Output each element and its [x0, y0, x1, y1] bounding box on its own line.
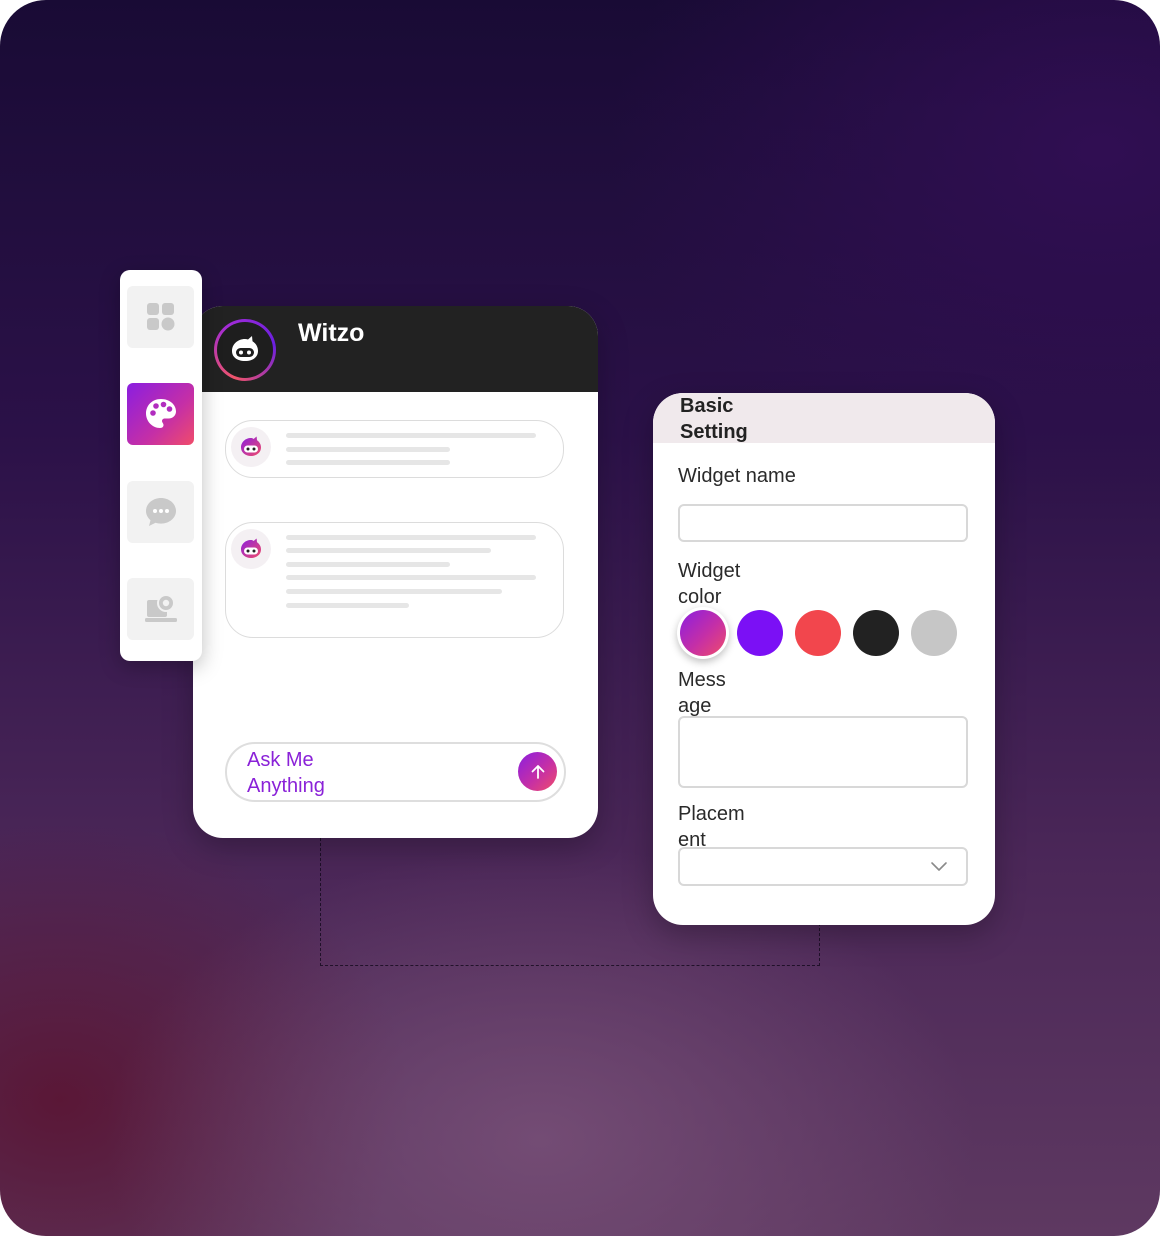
sidebar-item-appearance[interactable] — [127, 383, 194, 445]
color-swatch-red[interactable] — [795, 610, 841, 656]
widget-name-input[interactable] — [678, 504, 968, 542]
bot-message — [225, 420, 564, 478]
background: Witzo Ask Me Anything Basic Setting Widg… — [0, 0, 1160, 1236]
send-button[interactable] — [518, 752, 557, 791]
color-swatch-black[interactable] — [853, 610, 899, 656]
settings-panel: Basic Setting Widget name Widget color M… — [653, 393, 995, 925]
message-input[interactable] — [678, 716, 968, 788]
message-line — [286, 562, 450, 567]
settings-header: Basic Setting — [653, 393, 995, 443]
sidebar — [120, 270, 202, 661]
message-line — [286, 548, 491, 553]
chat-header: Witzo — [193, 306, 598, 392]
bot-face-icon — [232, 336, 258, 361]
placement-label: Placement — [678, 803, 745, 851]
bot-small-icon — [241, 436, 261, 456]
arrow-up-icon — [531, 764, 544, 779]
message-line — [286, 535, 536, 540]
chat-input-placeholder: Ask Me Anything — [247, 749, 325, 797]
bot-message — [225, 522, 564, 638]
message-line — [286, 447, 450, 452]
chevron-down-icon — [931, 862, 947, 871]
sidebar-item-dashboard[interactable] — [127, 286, 194, 348]
grid-icon — [146, 303, 174, 331]
bot-message-avatar — [231, 427, 271, 467]
message-line — [286, 603, 409, 608]
message-line — [286, 460, 450, 465]
chat-title: Witzo — [298, 319, 365, 347]
color-swatch-gradient[interactable] — [680, 610, 726, 656]
widget-color-label: Widget color — [678, 560, 741, 608]
settings-title: Basic Setting — [680, 395, 748, 443]
color-swatch-gray[interactable] — [911, 610, 957, 656]
sidebar-item-messages[interactable] — [127, 481, 194, 543]
palette-icon — [145, 399, 176, 428]
color-swatch-purple[interactable] — [737, 610, 783, 656]
placement-select[interactable] — [678, 847, 968, 886]
chat-widget: Witzo Ask Me Anything — [193, 306, 598, 838]
sidebar-item-settings[interactable] — [127, 578, 194, 640]
settings-laptop-icon — [144, 594, 177, 622]
message-line — [286, 589, 502, 594]
widget-name-label: Widget name — [678, 465, 796, 487]
bot-avatar — [214, 319, 276, 381]
bot-small-icon — [241, 538, 261, 558]
message-line — [286, 433, 536, 438]
bot-message-avatar — [231, 529, 271, 569]
chat-input[interactable]: Ask Me Anything — [225, 742, 566, 802]
chat-bubble-icon — [145, 498, 176, 526]
message-label: Message — [678, 669, 726, 717]
message-line — [286, 575, 536, 580]
